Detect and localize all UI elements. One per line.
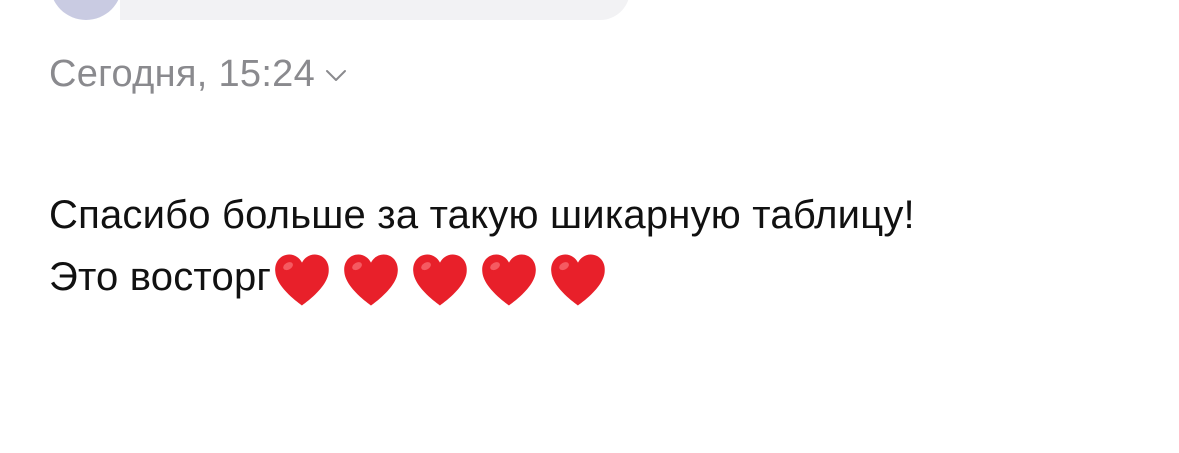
message-text: Спасибо больше за такую шикарную таблицу… bbox=[49, 184, 1149, 308]
heart-emoji-icon bbox=[482, 254, 536, 306]
chevron-down-icon[interactable] bbox=[325, 69, 347, 83]
heart-emoji-icon bbox=[551, 254, 605, 306]
previous-message-bubble bbox=[120, 0, 630, 20]
message-line-1: Спасибо больше за такую шикарную таблицу… bbox=[49, 193, 915, 237]
heart-emoji-icon bbox=[344, 254, 398, 306]
heart-emoji-group bbox=[273, 247, 618, 307]
message-line-2-text: Это восторг bbox=[49, 255, 272, 299]
heart-emoji-icon bbox=[413, 254, 467, 306]
message-timestamp: Сегодня, 15:24 bbox=[49, 52, 316, 95]
message-line-2: Это восторг bbox=[49, 246, 1149, 308]
message-date-header[interactable]: Сегодня, 15:24 bbox=[49, 52, 347, 96]
previous-message-avatar bbox=[50, 0, 122, 20]
heart-emoji-icon bbox=[275, 254, 329, 306]
